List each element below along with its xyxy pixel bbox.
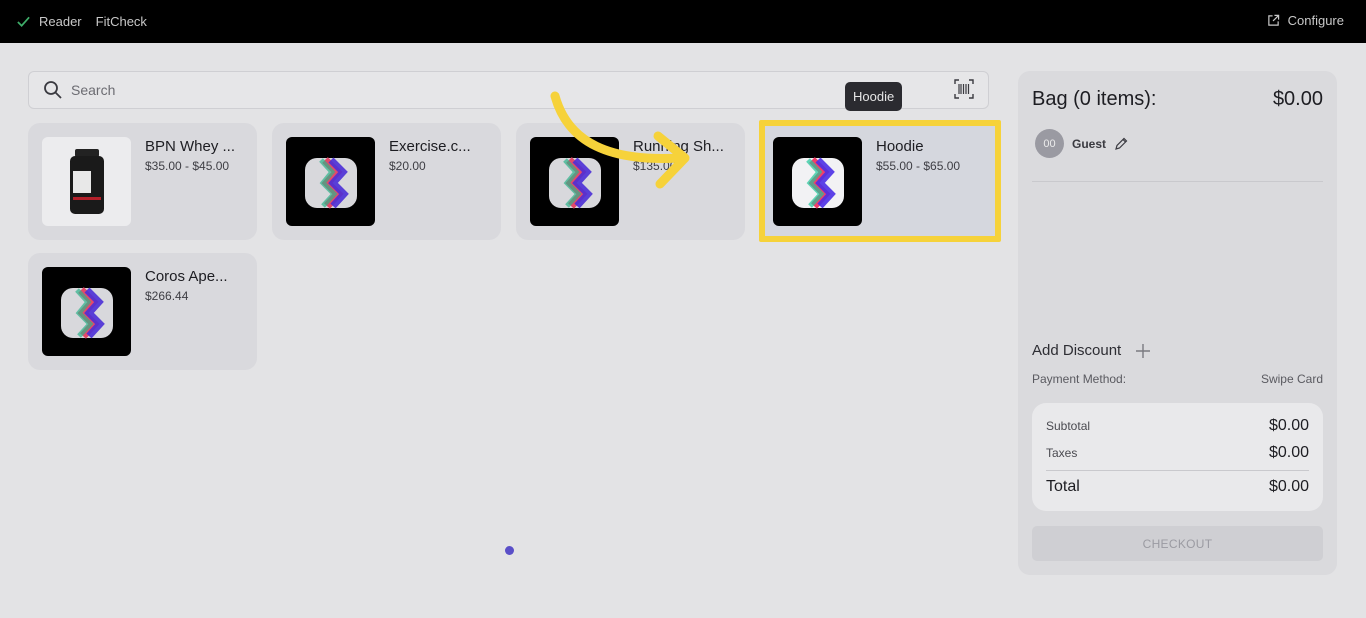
plus-icon: [1136, 343, 1151, 358]
app-name: FitCheck: [95, 14, 147, 29]
configure-button[interactable]: Configure: [1267, 13, 1344, 28]
hoodie-tooltip: Hoodie: [845, 82, 903, 111]
configure-label: Configure: [1287, 13, 1344, 28]
app-logo-image: [286, 137, 375, 226]
payment-method-value[interactable]: Swipe Card: [1261, 372, 1323, 386]
external-link-icon: [1267, 14, 1279, 26]
search-icon: [44, 81, 62, 99]
app-logo-image: [42, 267, 131, 356]
guide-arrow-icon: [550, 91, 690, 189]
bag-total: $0.00: [1272, 88, 1323, 110]
avatar: 00: [1035, 129, 1064, 158]
bag-title: Bag (0 items):: [1032, 88, 1157, 110]
totals-box: Subtotal $0.00 Taxes $0.00 Total $0.00: [1032, 403, 1323, 511]
page-indicator-dot[interactable]: [505, 546, 514, 555]
subtotal-row: Subtotal $0.00: [1046, 417, 1309, 435]
product-price: $20.00: [389, 159, 426, 173]
product-price: $266.44: [145, 289, 189, 303]
product-card-coros-apex[interactable]: Coros Ape... $266.44: [28, 253, 257, 370]
subtotal-value: $0.00: [1268, 417, 1309, 434]
product-name: Hoodie: [876, 138, 924, 155]
total-row: Total $0.00: [1046, 478, 1309, 496]
taxes-label: Taxes: [1046, 446, 1078, 460]
product-card-hoodie[interactable]: Hoodie $55.00 - $65.00: [759, 120, 1001, 242]
barcode-scan-icon[interactable]: [954, 79, 974, 99]
add-discount-button[interactable]: Add Discount: [1032, 342, 1151, 359]
app-logo-image: [773, 137, 862, 226]
divider: [1032, 181, 1323, 182]
product-price: $35.00 - $45.00: [145, 159, 230, 173]
taxes-row: Taxes $0.00: [1046, 444, 1309, 462]
product-card-bpn-whey[interactable]: BPN Whey ... $35.00 - $45.00: [28, 123, 257, 240]
top-bar: Reader FitCheck Configure: [0, 0, 1366, 43]
check-icon: [17, 16, 30, 27]
product-name: Exercise.c...: [389, 138, 471, 155]
customer-name: Guest: [1072, 136, 1107, 151]
divider: [1046, 470, 1309, 471]
customer-row[interactable]: 00 Guest: [1035, 129, 1128, 158]
edit-pencil-icon[interactable]: [1114, 137, 1128, 151]
protein-tub-image: [42, 137, 131, 226]
bag-panel: Bag (0 items): $0.00 00 Guest Add Discou…: [1018, 71, 1337, 575]
checkout-button[interactable]: CHECKOUT: [1032, 526, 1323, 561]
subtotal-label: Subtotal: [1046, 419, 1091, 433]
reader-status[interactable]: Reader: [16, 14, 82, 29]
add-discount-label: Add Discount: [1032, 342, 1122, 359]
total-label: Total: [1046, 478, 1080, 495]
payment-method-label: Payment Method:: [1032, 372, 1127, 386]
reader-label: Reader: [39, 14, 82, 29]
product-price: $55.00 - $65.00: [876, 159, 961, 173]
total-value: $0.00: [1268, 478, 1309, 495]
product-name: Coros Ape...: [145, 268, 228, 285]
product-card-exercise[interactable]: Exercise.c... $20.00: [272, 123, 501, 240]
product-name: BPN Whey ...: [145, 138, 236, 155]
taxes-value: $0.00: [1268, 444, 1309, 461]
